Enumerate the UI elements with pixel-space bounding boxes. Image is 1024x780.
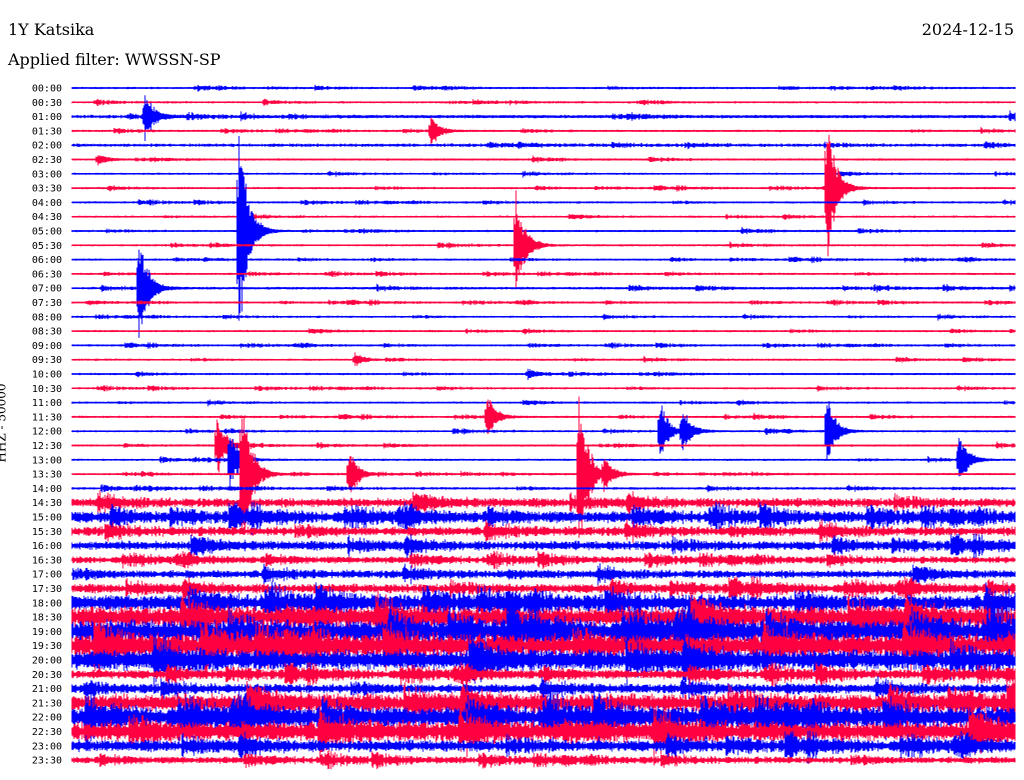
row-time-label: 04:00: [32, 198, 62, 209]
row-time-label: 01:30: [32, 126, 62, 137]
row-time-label: 12:00: [32, 427, 62, 438]
trace-0230: [71, 155, 1016, 166]
row-time-label: 07:00: [32, 284, 62, 295]
row-time-label: 11:30: [32, 412, 62, 423]
row-time-label: 15:00: [32, 513, 62, 524]
trace-0700: [71, 249, 1016, 338]
row-time-label: 08:00: [32, 312, 62, 323]
row-time-label: 02:00: [32, 141, 62, 152]
trace-0500: [71, 136, 1016, 321]
row-time-label: 14:00: [32, 484, 62, 495]
row-time-label: 03:00: [32, 169, 62, 180]
row-time-label: 19:30: [32, 641, 62, 652]
row-time-label: 13:00: [32, 455, 62, 466]
row-time-label: 22:00: [32, 713, 62, 724]
row-time-label: 23:30: [32, 756, 62, 767]
row-time-label: 21:00: [32, 684, 62, 695]
row-time-label: 18:00: [32, 598, 62, 609]
row-time-label: 17:30: [32, 584, 62, 595]
row-time-label: 03:30: [32, 184, 62, 195]
row-time-label: 01:00: [32, 112, 62, 123]
trace-0330: [71, 134, 1016, 257]
row-time-label: 20:00: [32, 656, 62, 667]
row-time-label: 09:00: [32, 341, 62, 352]
row-time-label: 05:30: [32, 241, 62, 252]
row-time-label: 18:30: [32, 613, 62, 624]
row-time-label: 06:00: [32, 255, 62, 266]
seismogram-traces: 00:00 00:30 01:00 01:30 02:00 02:30 03:00 03:30…: [32, 84, 1016, 770]
row-time-label: 02:30: [32, 155, 62, 166]
row-time-label: 05:00: [32, 227, 62, 238]
row-time-label: 20:30: [32, 670, 62, 681]
row-time-label: 06:30: [32, 269, 62, 280]
row-time-label: 21:30: [32, 698, 62, 709]
row-time-label: 08:30: [32, 327, 62, 338]
trace-1200: [71, 401, 1016, 460]
row-time-label: 10:30: [32, 384, 62, 395]
row-time-label: 12:30: [32, 441, 62, 452]
row-time-label: 17:00: [32, 570, 62, 581]
row-time-label: 15:30: [32, 527, 62, 538]
row-time-label: 19:00: [32, 627, 62, 638]
row-time-label: 22:30: [32, 727, 62, 738]
row-time-label: 13:30: [32, 470, 62, 481]
row-time-label: 14:30: [32, 498, 62, 509]
row-time-label: 16:00: [32, 541, 62, 552]
row-time-label: 10:00: [32, 370, 62, 381]
row-time-label: 04:30: [32, 212, 62, 223]
row-time-label: 11:00: [32, 398, 62, 409]
row-time-label: 00:00: [32, 84, 62, 95]
row-time-label: 00:30: [32, 98, 62, 109]
row-time-label: 23:00: [32, 741, 62, 752]
row-time-label: 07:30: [32, 298, 62, 309]
helicorder-plot: 1Y Katsika Applied filter: WWSSN-SP 2024…: [0, 0, 1024, 780]
row-time-label: 09:30: [32, 355, 62, 366]
row-time-label: 16:30: [32, 555, 62, 566]
